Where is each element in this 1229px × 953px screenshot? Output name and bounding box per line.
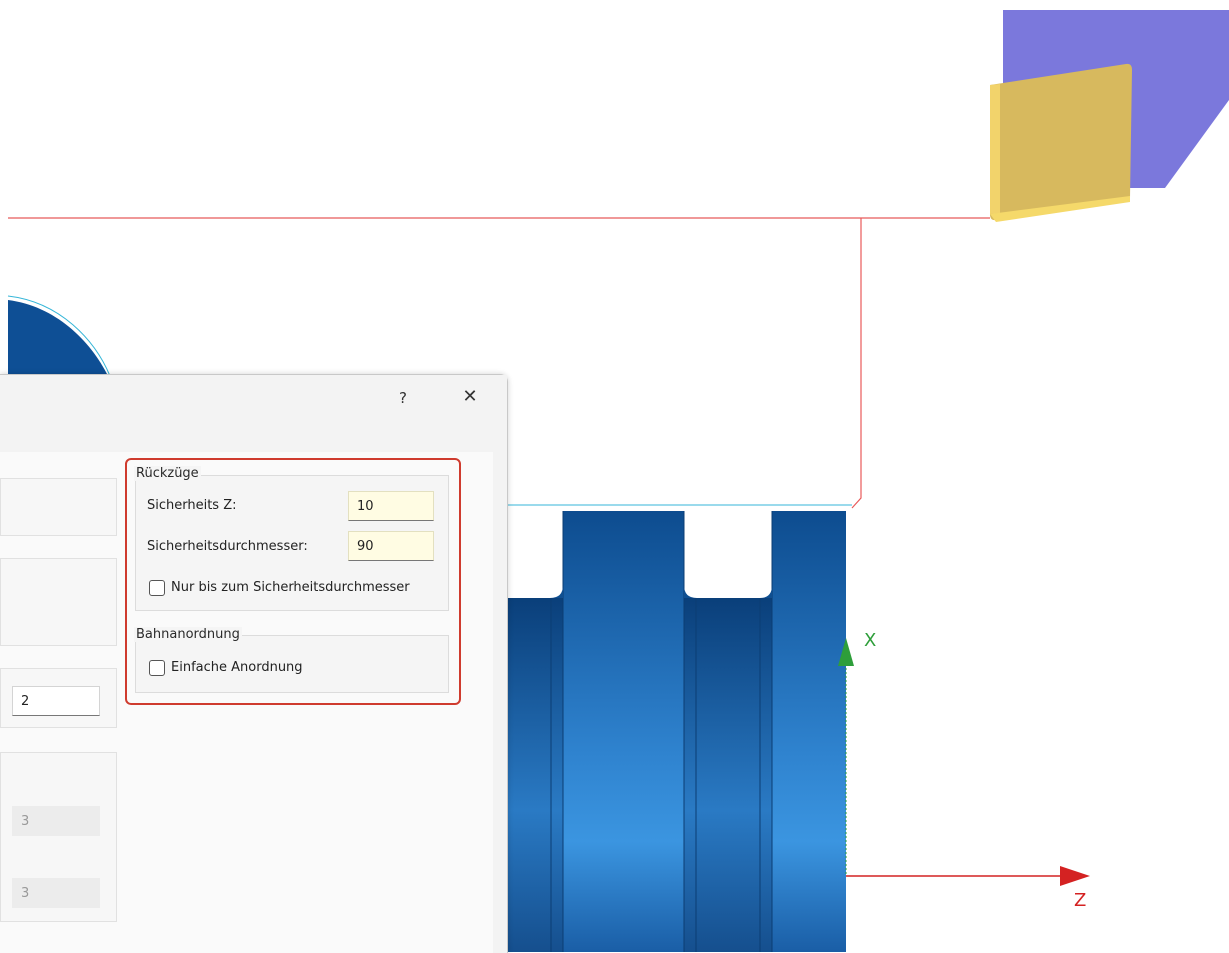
left-value-field-c[interactable] (12, 878, 100, 908)
turned-part (507, 511, 846, 952)
lathe-tool (990, 10, 1229, 222)
axis-gizmo (838, 638, 1090, 886)
left-panel-1 (0, 478, 117, 536)
highlight-frame (125, 458, 461, 705)
left-panel-2 (0, 558, 117, 646)
part-dome (8, 300, 108, 376)
dialog-titlebar[interactable]: ? ✕ (0, 375, 507, 451)
close-button[interactable]: ✕ (455, 383, 485, 411)
axis-z-label: Z (1074, 890, 1087, 911)
help-button[interactable]: ? (391, 385, 415, 411)
axis-x-label: X (864, 630, 877, 651)
left-value-field-b[interactable] (12, 806, 100, 836)
left-value-field-a[interactable] (12, 686, 100, 716)
